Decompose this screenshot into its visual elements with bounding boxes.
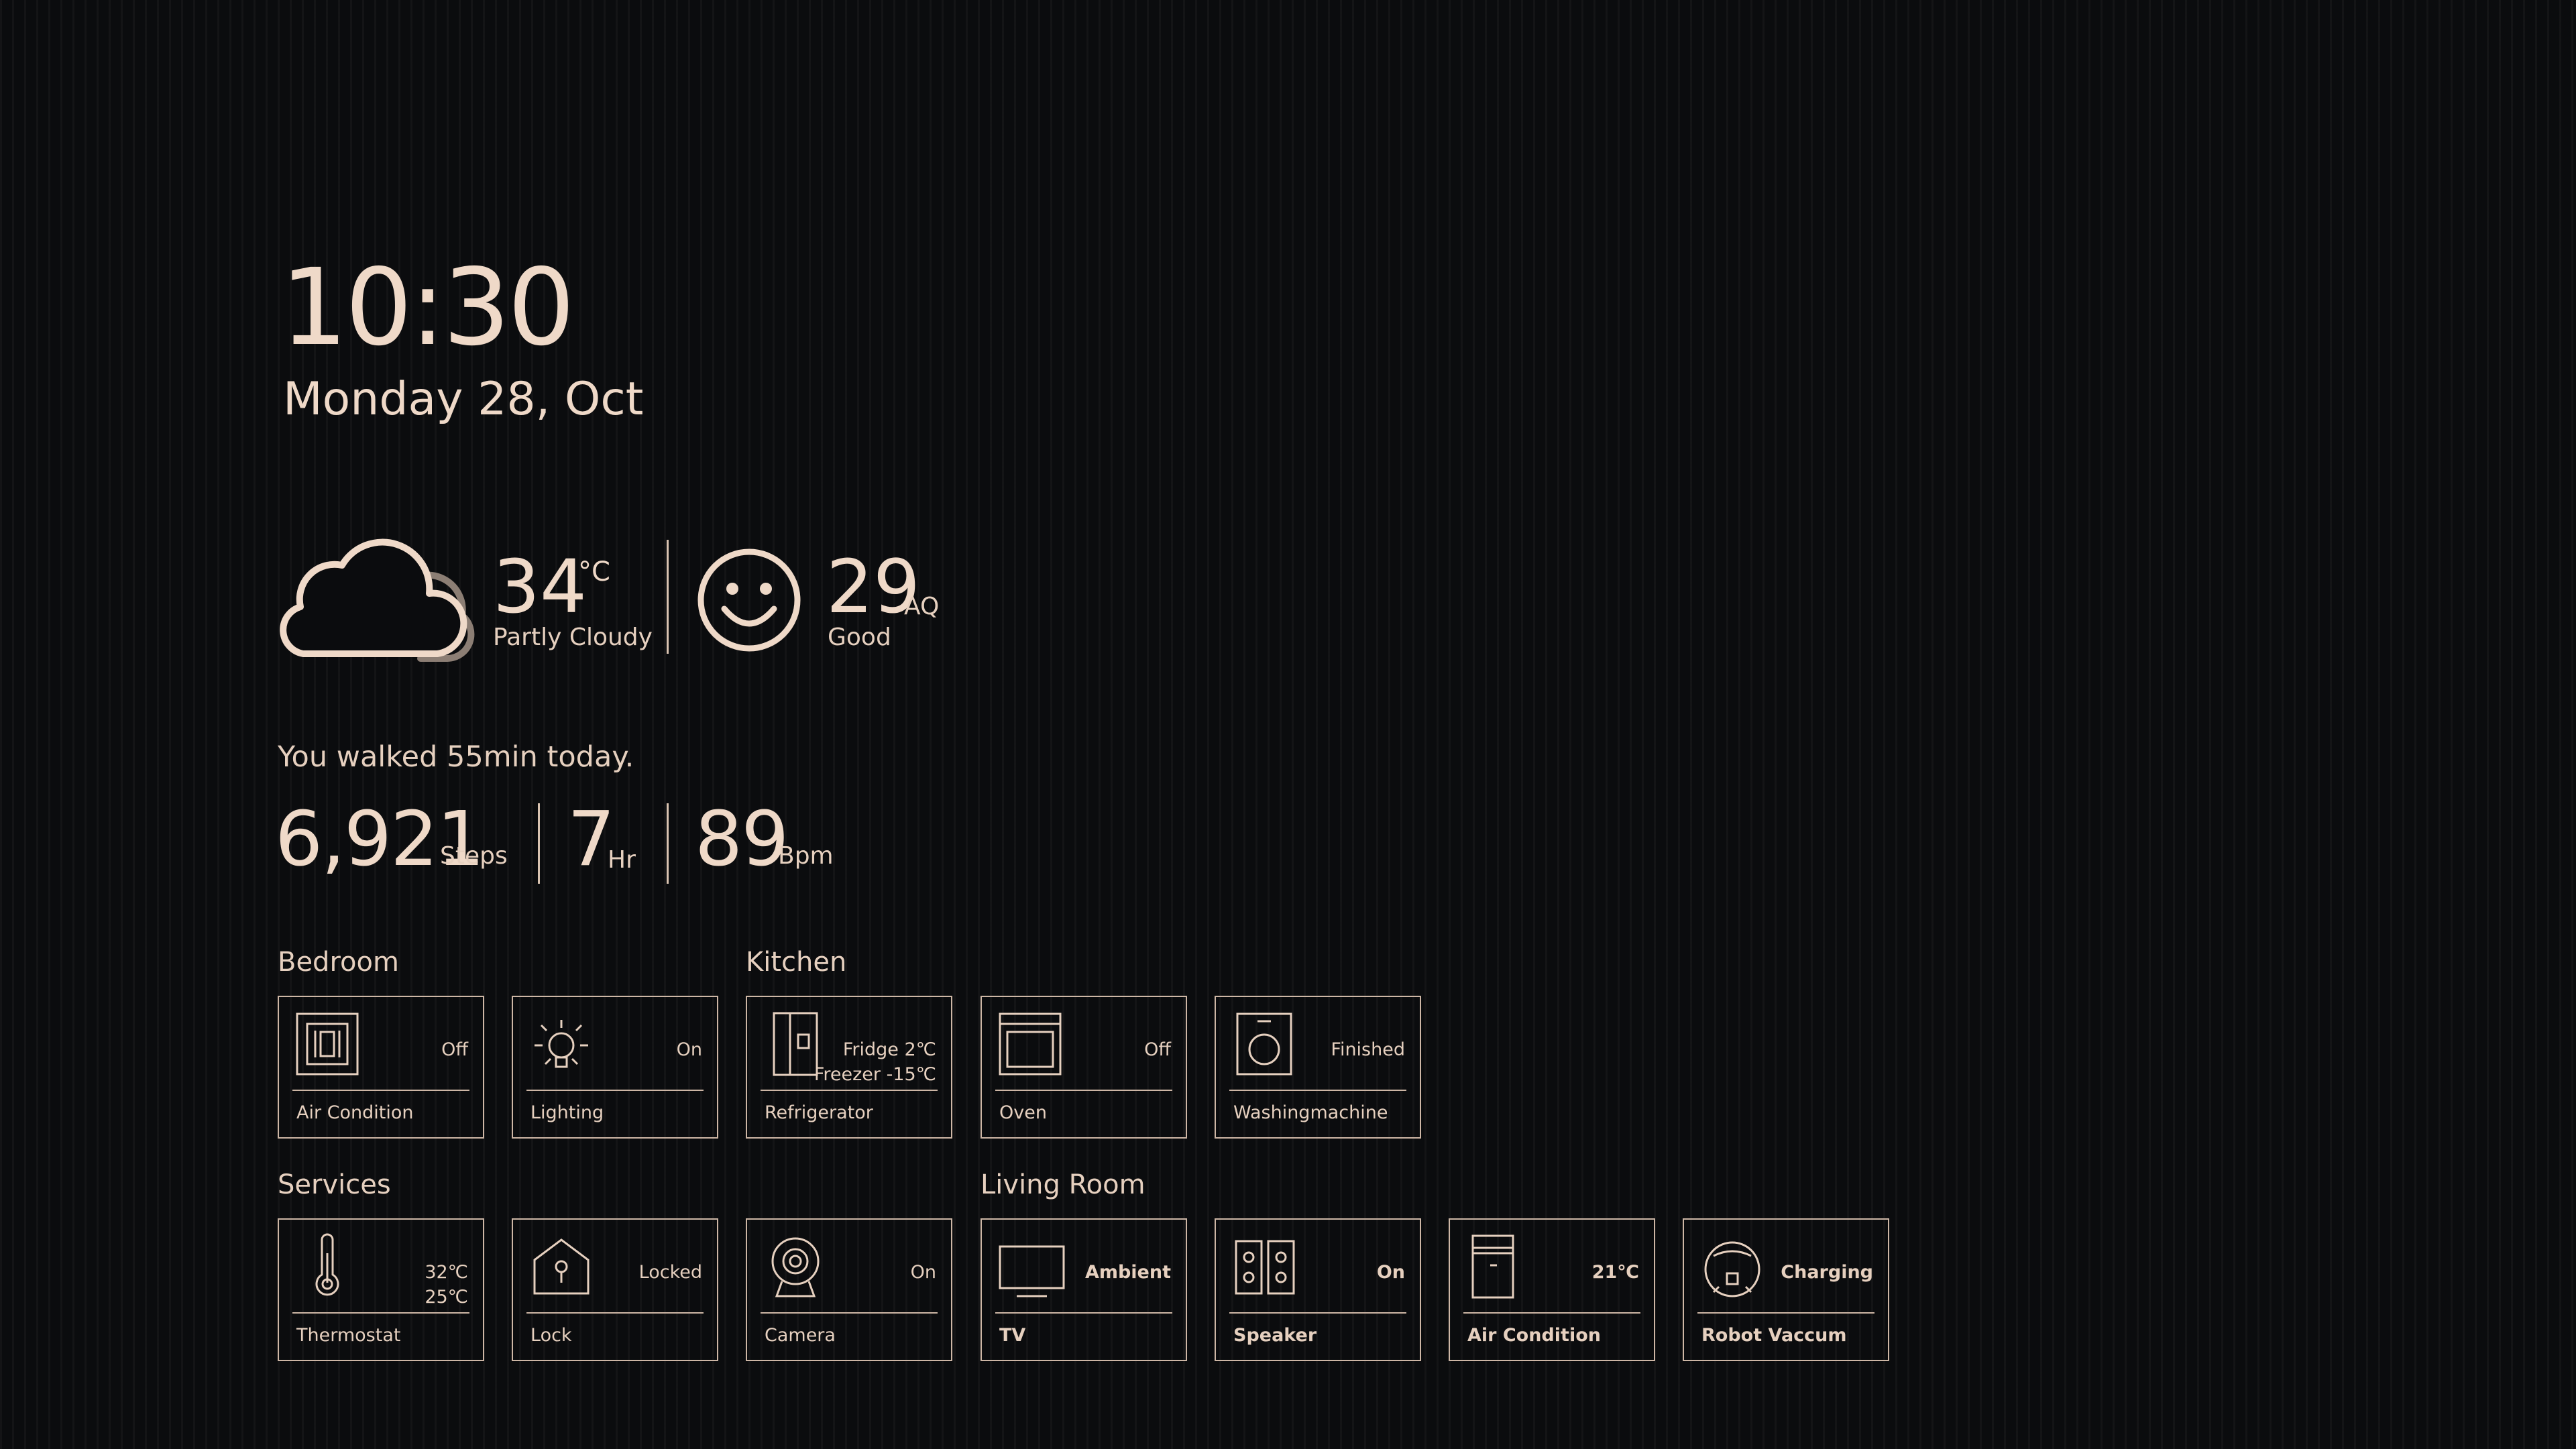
bpm-unit: Bpm [778,842,834,870]
air-quality-status: Good [828,624,891,651]
house-lock-icon [528,1233,595,1300]
device-card-living-tv[interactable]: Ambient TV [981,1218,1187,1361]
air-purifier-icon [1465,1233,1532,1300]
washing-machine-icon [1231,1010,1298,1078]
device-name: Washingmachine [1233,1102,1388,1123]
divider [1229,1090,1406,1091]
temp-low: 25℃ [425,1287,468,1308]
divider [526,1090,704,1091]
hours-unit: Hr [608,846,636,874]
walk-message: You walked 55min today. [278,740,634,774]
divider [526,1312,704,1314]
device-status: Off [441,1039,468,1060]
tv-icon [997,1233,1065,1300]
device-status: Locked [638,1262,702,1283]
bpm-value: 89 [695,796,789,883]
device-card-kitchen-washingmachine[interactable]: Finished Washingmachine [1215,996,1421,1139]
device-card-living-robot-vacuum[interactable]: Charging Robot Vaccum [1683,1218,1889,1361]
device-card-bedroom-air-condition[interactable]: Off Air Condition [278,996,484,1139]
device-status: On [1376,1262,1405,1283]
temperature-unit: °C [578,557,610,587]
device-name: Air Condition [296,1102,414,1123]
air-quality-unit: AQ [904,593,940,620]
temperature-value: 34 [493,544,587,630]
device-name: Lighting [530,1102,604,1123]
camera-icon [762,1233,829,1300]
divider [538,803,540,884]
light-bulb-icon [528,1010,595,1078]
device-card-living-air-condition[interactable]: 21℃ Air Condition [1449,1218,1655,1361]
partly-cloudy-icon [278,536,475,662]
device-card-services-camera[interactable]: On Camera [746,1218,952,1361]
device-status: Finished [1331,1039,1405,1060]
fridge-temp: Fridge 2℃ [842,1039,936,1060]
device-card-kitchen-refrigerator[interactable]: Fridge 2℃ Freezer -15℃ Refrigerator [746,996,952,1139]
device-status: Fridge 2℃ Freezer -15℃ [814,1037,936,1087]
clock-time: 10:30 [280,246,575,369]
freezer-temp: Freezer -15℃ [814,1064,936,1085]
device-status: On [676,1039,702,1060]
divider [292,1312,469,1314]
section-title-kitchen: Kitchen [746,947,847,978]
device-status: Ambient [1084,1262,1171,1283]
device-status: Off [1144,1039,1171,1060]
device-name: Thermostat [296,1325,401,1346]
air-conditioner-icon [294,1010,361,1078]
divider [761,1312,938,1314]
device-status: 32℃ 25℃ [425,1260,468,1310]
device-card-kitchen-oven[interactable]: Off Oven [981,996,1187,1139]
section-title-services: Services [278,1169,391,1200]
speaker-icon [1231,1233,1298,1300]
robot-vacuum-icon [1699,1233,1766,1300]
device-name: Refrigerator [765,1102,873,1123]
oven-icon [997,1010,1064,1078]
device-name: Robot Vaccum [1701,1325,1847,1346]
divider [667,540,669,654]
divider [1463,1312,1640,1314]
divider [995,1312,1172,1314]
device-status: Charging [1781,1262,1873,1283]
device-card-living-speaker[interactable]: On Speaker [1215,1218,1421,1361]
device-name: Oven [999,1102,1047,1123]
device-name: Lock [530,1325,572,1346]
divider [995,1090,1172,1091]
device-card-services-lock[interactable]: Locked Lock [512,1218,718,1361]
divider [292,1090,469,1091]
date-label: Monday 28, Oct [283,373,644,426]
device-name: TV [999,1325,1026,1346]
divider [1697,1312,1874,1314]
weather-condition: Partly Cloudy [493,624,653,651]
thermometer-icon [294,1233,361,1300]
device-card-bedroom-lighting[interactable]: On Lighting [512,996,718,1139]
device-name: Air Condition [1467,1325,1601,1346]
divider [667,803,669,884]
divider [1229,1312,1406,1314]
hours-value: 7 [567,796,615,883]
device-name: Camera [765,1325,836,1346]
smiley-icon [696,547,802,653]
section-title-living-room: Living Room [981,1169,1145,1200]
device-card-services-thermostat[interactable]: 32℃ 25℃ Thermostat [278,1218,484,1361]
section-title-bedroom: Bedroom [278,947,399,978]
temp-high: 32℃ [425,1262,468,1283]
divider [761,1090,938,1091]
device-status: 21℃ [1591,1262,1639,1283]
device-status: On [910,1262,936,1283]
device-name: Speaker [1233,1325,1317,1346]
steps-unit: Steps [440,842,508,870]
